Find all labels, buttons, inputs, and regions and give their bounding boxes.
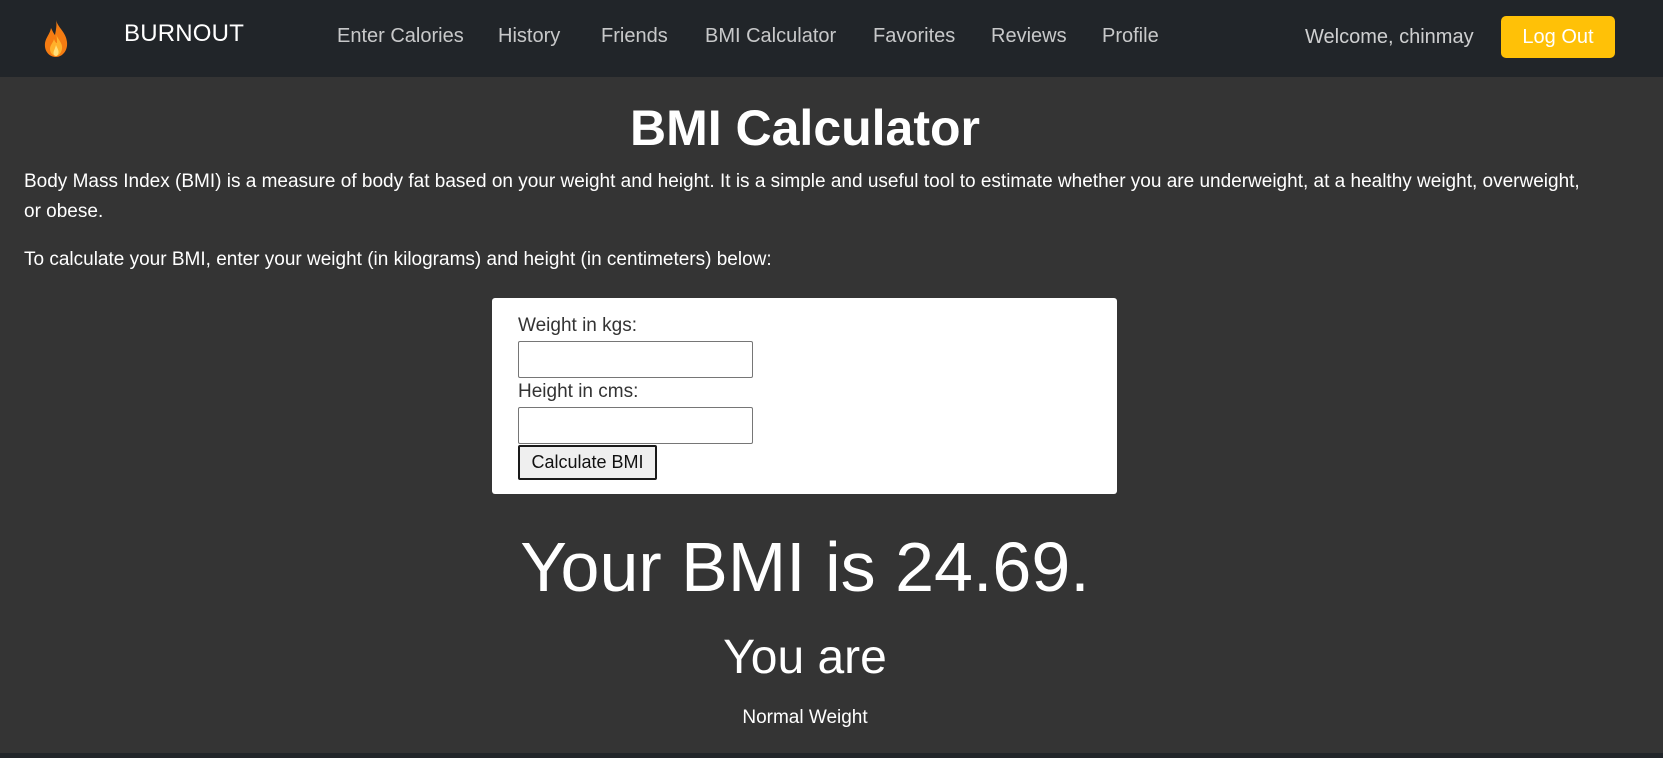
weight-input[interactable] (518, 341, 753, 378)
bmi-form: Weight in kgs: Height in cms: Calculate … (492, 298, 1117, 494)
page-title: BMI Calculator (629, 100, 981, 156)
welcome-text: Welcome, chinmay (1305, 26, 1474, 48)
nav-bmi-calculator[interactable]: BMI Calculator (705, 25, 836, 48)
nav-history[interactable]: History (498, 25, 560, 48)
nav-enter-calories[interactable]: Enter Calories (337, 25, 464, 48)
intro-paragraph: Body Mass Index (BMI) is a measure of bo… (24, 171, 1580, 222)
weight-label: Weight in kgs: (518, 315, 637, 336)
main-content: BMI Calculator Body Mass Index (BMI) is … (0, 77, 1663, 753)
height-input[interactable] (518, 407, 753, 444)
logout-button[interactable]: Log Out (1501, 16, 1615, 58)
footer-strip (0, 753, 1663, 758)
nav-profile[interactable]: Profile (1102, 25, 1159, 48)
height-label: Height in cms: (518, 381, 639, 402)
nav-favorites[interactable]: Favorites (873, 25, 955, 48)
nav-friends[interactable]: Friends (601, 25, 668, 48)
top-navbar: BURNOUT Enter Calories History Friends B… (0, 0, 1663, 77)
you-are-heading: You are (723, 631, 887, 684)
instruction-text: To calculate your BMI, enter your weight… (24, 249, 772, 270)
nav-reviews[interactable]: Reviews (991, 25, 1067, 48)
bmi-category: Normal Weight (742, 707, 868, 728)
calculate-bmi-button[interactable]: Calculate BMI (518, 445, 657, 480)
bmi-result: Your BMI is 24.69. (520, 528, 1090, 606)
